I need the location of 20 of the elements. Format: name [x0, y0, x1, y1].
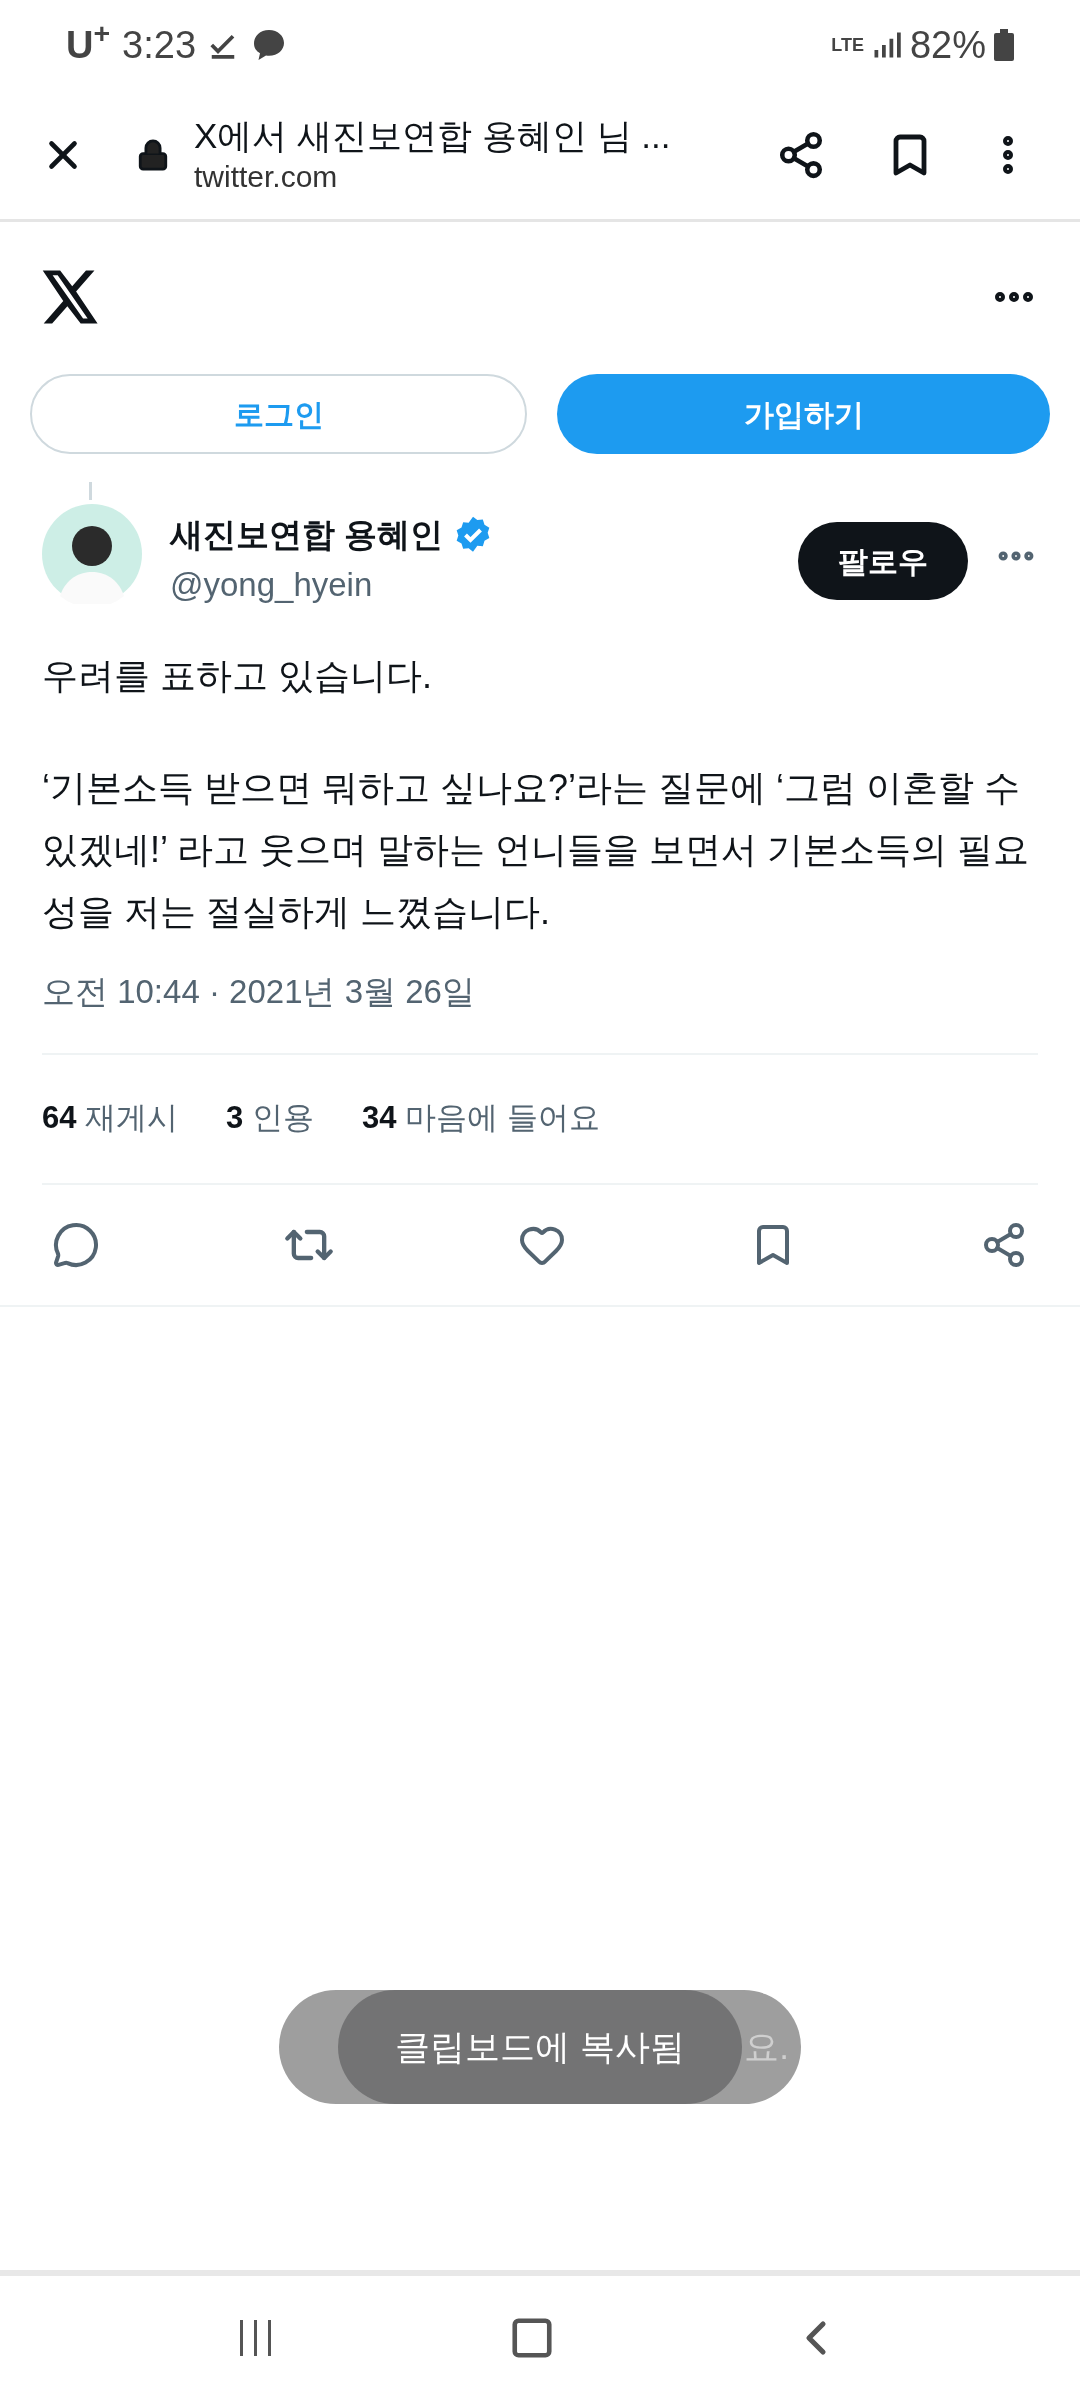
tweet-text: 우려를 표하고 있습니다.: [42, 654, 433, 698]
speech-bubble-icon[interactable]: [52, 1220, 100, 1269]
engagement-stat[interactable]: 64 재게시: [42, 1095, 179, 1142]
engagement-stat[interactable]: 34 마음에 들어요: [362, 1095, 600, 1142]
tweet-text: ‘기본소득 받으면 뭐하고 싶나요?’라는 질문에 ‘그럼 이혼할 수 있겠네!’ 라고 웃으며 말하는 언니들을 보면서 기본소득의 필요성을 저는 절실하게 느꼈습니다.: [42, 766, 1030, 934]
page-title: X에서 새진보연합 용혜인 님 ...: [194, 114, 672, 157]
engagement-stat[interactable]: 3 인용: [226, 1095, 314, 1142]
lock-icon: [136, 137, 170, 172]
author-handle: @yong_hyein: [170, 564, 374, 605]
carrier-label: U$^{+}$: [66, 16, 111, 68]
home-icon[interactable]: [509, 2315, 555, 2361]
tweet-timestamp: 오전 10:44 · 2021년 3월 26일: [42, 972, 476, 1012]
author-name: 새진보연합 용혜인: [170, 515, 444, 555]
network-label: LTE: [831, 36, 864, 54]
battery-icon: [994, 29, 1014, 61]
clock: 3:23: [122, 22, 197, 68]
x-logo: [42, 270, 100, 324]
follow-button[interactable]: 팔로우: [798, 522, 968, 600]
page-url: twitter.com: [194, 158, 339, 195]
battery-percent: 82%: [909, 22, 986, 68]
